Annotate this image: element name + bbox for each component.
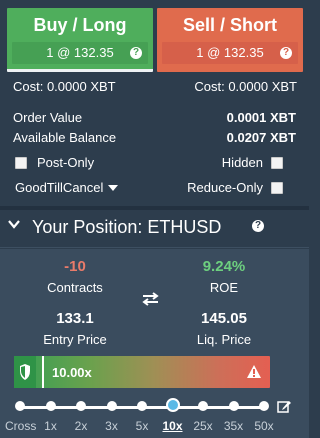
contracts-label: Contracts (47, 280, 103, 295)
sell-cost: Cost: 0.0000 XBT (194, 79, 297, 94)
liq-price-value: 145.05 (201, 310, 247, 327)
warning-icon (247, 365, 261, 378)
shield-container (14, 356, 36, 388)
leverage-tick-2x[interactable] (76, 401, 86, 411)
time-in-force-dropdown[interactable]: GoodTillCancel (15, 180, 119, 195)
post-only-checkbox[interactable] (15, 156, 27, 169)
liq-price-label: Liq. Price (196, 332, 252, 347)
leverage-tick-cross[interactable] (15, 401, 25, 411)
help-icon[interactable]: ? (130, 47, 142, 59)
reduce-only-checkbox[interactable] (271, 181, 283, 194)
caret-down-icon (108, 184, 119, 191)
leverage-tick-5x[interactable] (137, 401, 147, 411)
leverage-tick-35x[interactable] (228, 401, 239, 411)
sell-order-summary[interactable]: 1 @ 132.35 ? (162, 42, 298, 64)
order-panel: Buy / Long 1 @ 132.35 ? Sell / Short 1 @… (0, 0, 309, 206)
leverage-tick-10x[interactable] (165, 398, 180, 412)
available-balance-label: Available Balance (13, 130, 117, 145)
contracts-value: -10 (64, 258, 86, 275)
hidden-checkbox[interactable] (271, 156, 283, 169)
buy-long-button[interactable]: Buy / Long 1 @ 132.35 ? (7, 8, 153, 72)
sell-short-label: Sell / Short (182, 15, 278, 35)
entry-price-label: Entry Price (43, 332, 107, 347)
leverage-tick-label[interactable]: 3x (97, 419, 127, 433)
hidden-label: Hidden (221, 155, 263, 170)
time-in-force-value: GoodTillCancel (15, 180, 104, 195)
position-header[interactable]: Your Position: ETHUSD ? (0, 210, 309, 248)
leverage-tick-label[interactable]: 2x (66, 419, 96, 433)
help-icon[interactable]: ? (252, 220, 264, 232)
roe-stat: 9.24% ROE (164, 258, 284, 295)
edit-icon[interactable] (277, 399, 291, 413)
leverage-tick-label[interactable]: 25x (188, 419, 218, 433)
position-title: Your Position: ETHUSD (32, 217, 222, 237)
buy-long-label: Buy / Long (33, 15, 127, 35)
order-value: 0.0001 XBT (226, 110, 296, 125)
sell-order-summary-text: 1 @ 132.35 (196, 45, 264, 60)
chevron-down-icon[interactable] (8, 220, 20, 229)
help-icon[interactable]: ? (280, 47, 292, 59)
roe-value: 9.24% (202, 258, 246, 275)
contracts-stat: -10 Contracts (15, 258, 135, 295)
leverage-tick-label[interactable]: 5x (127, 419, 157, 433)
buy-order-summary[interactable]: 1 @ 132.35 ? (12, 42, 148, 64)
order-value-label: Order Value (13, 110, 83, 125)
hidden-option[interactable]: Hidden (222, 155, 283, 170)
buy-cost: Cost: 0.0000 XBT (13, 79, 116, 94)
leverage-value: 10.00x (52, 365, 92, 380)
available-balance-value: 0.0207 XBT (226, 130, 296, 145)
buy-order-summary-text: 1 @ 132.35 (46, 45, 114, 60)
entry-price-value: 133.1 (56, 310, 94, 327)
leverage-marker (42, 356, 44, 388)
shield-icon (20, 364, 30, 380)
swap-icon[interactable] (142, 292, 159, 306)
leverage-tick-label[interactable]: 1x (36, 419, 66, 433)
liq-price-stat: 145.05 Liq. Price (164, 310, 284, 347)
post-only-option[interactable]: Post-Only (15, 155, 94, 170)
leverage-tick-1x[interactable] (45, 401, 56, 411)
sell-short-button[interactable]: Sell / Short 1 @ 132.35 ? (157, 8, 303, 72)
entry-price-stat: 133.1 Entry Price (15, 310, 135, 347)
leverage-tick-label[interactable]: 50x (249, 419, 279, 433)
leverage-tick-label[interactable]: Cross (5, 419, 36, 433)
roe-label: ROE (209, 280, 239, 295)
leverage-tick-50x[interactable] (259, 401, 269, 411)
leverage-tick-3x[interactable] (106, 401, 117, 411)
leverage-tick-label[interactable]: 10x (158, 419, 188, 433)
reduce-only-option[interactable]: Reduce-Only (187, 180, 283, 195)
post-only-label: Post-Only (37, 155, 95, 170)
leverage-tick-25x[interactable] (198, 401, 208, 411)
reduce-only-label: Reduce-Only (187, 180, 263, 195)
leverage-risk-bar: 10.00x (14, 356, 270, 388)
leverage-tick-label[interactable]: 35x (219, 419, 249, 433)
